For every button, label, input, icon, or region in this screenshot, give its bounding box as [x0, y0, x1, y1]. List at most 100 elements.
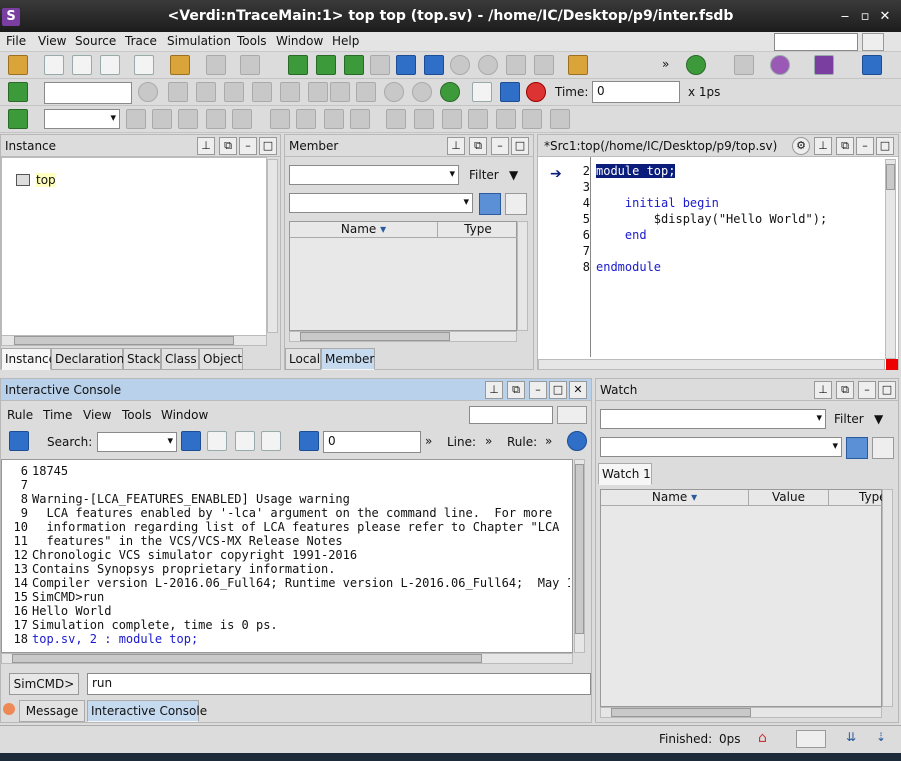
watch-hscroll[interactable]	[600, 707, 882, 718]
watch-search-select[interactable]	[600, 437, 842, 457]
tab-stack[interactable]: Stack	[123, 348, 161, 370]
regex-icon[interactable]	[261, 431, 281, 451]
schematic-icon[interactable]	[72, 55, 92, 75]
breakpoint-icon[interactable]	[472, 82, 492, 102]
cs-back-icon[interactable]	[412, 82, 432, 102]
tab-object[interactable]: Object	[199, 348, 243, 370]
undock-icon[interactable]: ⧉	[836, 381, 854, 399]
fork-icon[interactable]	[206, 109, 226, 129]
search-advanced-icon[interactable]	[872, 437, 894, 459]
unlink-icon[interactable]	[152, 109, 172, 129]
watch-vscroll[interactable]	[882, 489, 893, 707]
tab-class[interactable]: Class	[161, 348, 199, 370]
down-circle-icon[interactable]	[478, 55, 498, 75]
window-icon[interactable]	[134, 55, 154, 75]
maximize-panel-icon[interactable]: □	[259, 137, 277, 155]
step-back-icon[interactable]	[252, 82, 272, 102]
source-line[interactable]: initial begin	[596, 196, 719, 210]
console-menu-tools[interactable]: Tools	[122, 408, 152, 422]
home-icon[interactable]: ⌂	[758, 730, 778, 748]
undock-icon[interactable]: ⧉	[219, 137, 237, 155]
search-next-icon[interactable]	[207, 431, 227, 451]
menu-simulation[interactable]: Simulation	[167, 34, 231, 48]
stop-icon[interactable]	[526, 82, 546, 102]
minimize-panel-icon[interactable]: –	[239, 137, 257, 155]
command-input[interactable]	[44, 82, 132, 104]
redo-icon[interactable]	[296, 109, 316, 129]
settings-gear-icon[interactable]	[567, 431, 587, 451]
console-quick-search-input[interactable]	[469, 406, 553, 424]
trace-load-icon[interactable]	[288, 55, 308, 75]
source-code[interactable]: module top; initial begin $display("Hell…	[596, 163, 827, 275]
col-type-header[interactable]: Type	[829, 490, 883, 506]
uvm-icon[interactable]	[770, 55, 790, 75]
find-icon[interactable]	[500, 82, 520, 102]
minimize-panel-icon[interactable]: –	[858, 381, 876, 399]
maximize-panel-icon[interactable]: □	[549, 381, 567, 399]
cs-circle-icon[interactable]	[384, 82, 404, 102]
maximize-panel-icon[interactable]: □	[878, 381, 896, 399]
check-icon[interactable]	[8, 109, 28, 129]
menu-file[interactable]: File	[6, 34, 26, 48]
tb-edge-icon[interactable]	[550, 109, 570, 129]
edit-icon[interactable]	[206, 55, 226, 75]
search-dropdown-icon[interactable]	[557, 406, 587, 424]
stop-circle-icon[interactable]	[138, 82, 158, 102]
tab-watch-1[interactable]: Watch 1	[598, 463, 652, 485]
search-advanced-icon[interactable]	[505, 193, 527, 215]
match-case-icon[interactable]	[235, 431, 255, 451]
tree-item-top[interactable]: top	[36, 173, 56, 187]
pin-icon[interactable]: ⊥	[814, 137, 832, 155]
edge-icon[interactable]	[522, 109, 542, 129]
copy-icon[interactable]	[240, 55, 260, 75]
close-panel-icon[interactable]: ✕	[569, 381, 587, 399]
col-name-header[interactable]: Name ▾	[290, 222, 438, 238]
console-menu-rule[interactable]: Rule	[7, 408, 33, 422]
source-line[interactable]: $display("Hello World");	[596, 212, 827, 226]
console-hscroll[interactable]	[1, 653, 573, 664]
load-icon[interactable]	[424, 55, 444, 75]
search-icon[interactable]	[181, 431, 201, 451]
count-input[interactable]: 0	[323, 431, 421, 453]
fall-edge-icon[interactable]	[496, 109, 516, 129]
menu-source[interactable]: Source	[75, 34, 116, 48]
overflow-chevron-icon[interactable]: »	[425, 434, 432, 448]
console-line-link[interactable]: top.sv, 2 : module top;	[32, 632, 198, 646]
filter-dropdown-icon[interactable]: ▼	[874, 412, 883, 426]
step-out-icon[interactable]	[280, 82, 300, 102]
settings-gear-icon[interactable]: ⚙	[792, 137, 810, 155]
up-circle-icon[interactable]	[450, 55, 470, 75]
download-icon[interactable]	[350, 109, 370, 129]
member-hscroll[interactable]	[289, 331, 517, 342]
minimize-panel-icon[interactable]: –	[529, 381, 547, 399]
arrow-right-icon[interactable]	[370, 55, 390, 75]
disconnect-icon[interactable]	[534, 55, 554, 75]
mode-select[interactable]	[44, 109, 120, 129]
link-icon[interactable]	[126, 109, 146, 129]
simcmd-input[interactable]: run	[87, 673, 591, 695]
edit-circle-icon[interactable]	[686, 55, 706, 75]
maximize-panel-icon[interactable]: □	[876, 137, 894, 155]
arrow-left-icon[interactable]	[344, 55, 364, 75]
connect-icon[interactable]	[506, 55, 526, 75]
filter-icon[interactable]	[299, 431, 319, 451]
branch-icon[interactable]	[232, 109, 252, 129]
open-folder-icon[interactable]	[8, 55, 28, 75]
tools-icon[interactable]	[862, 55, 882, 75]
search-icon[interactable]	[846, 437, 868, 459]
step-into-icon[interactable]	[224, 82, 244, 102]
overflow-chevron-icon[interactable]: »	[545, 434, 552, 448]
run-arrow-icon[interactable]	[8, 82, 28, 102]
bookmark-icon[interactable]	[568, 55, 588, 75]
menu-tools[interactable]: Tools	[237, 34, 267, 48]
col-name-header[interactable]: Name ▾	[601, 490, 749, 506]
watch-scope-select[interactable]	[600, 409, 826, 429]
console-vscroll[interactable]	[574, 459, 585, 653]
overflow-chevron-icon[interactable]: »	[485, 434, 492, 448]
trace-driver-icon[interactable]	[316, 55, 336, 75]
source-hscroll[interactable]	[538, 359, 885, 370]
minimize-panel-icon[interactable]: –	[491, 137, 509, 155]
list-view-icon[interactable]	[9, 431, 29, 451]
refresh-icon[interactable]	[440, 82, 460, 102]
tb-icon[interactable]	[330, 82, 350, 102]
